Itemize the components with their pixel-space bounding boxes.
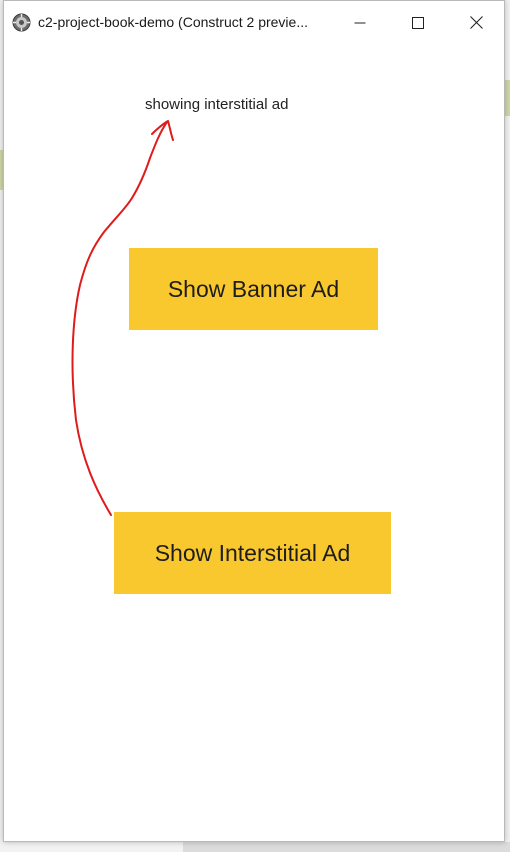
construct-app-icon xyxy=(12,13,31,32)
close-button[interactable] xyxy=(447,1,505,44)
preview-window: c2-project-book-demo (Construct 2 previe… xyxy=(3,0,505,842)
ad-status-text: showing interstitial ad xyxy=(145,96,289,113)
minimize-icon xyxy=(354,22,366,23)
show-banner-ad-button[interactable]: Show Banner Ad xyxy=(129,248,378,330)
window-title: c2-project-book-demo (Construct 2 previe… xyxy=(38,14,308,30)
show-interstitial-ad-button[interactable]: Show Interstitial Ad xyxy=(114,512,391,594)
background-app-strip xyxy=(505,80,510,116)
show-interstitial-ad-label: Show Interstitial Ad xyxy=(154,539,351,566)
background-app-strip xyxy=(183,842,510,852)
maximize-icon xyxy=(412,16,424,29)
minimize-button[interactable] xyxy=(331,1,389,44)
title-bar[interactable]: c2-project-book-demo (Construct 2 previe… xyxy=(4,1,504,44)
show-banner-ad-label: Show Banner Ad xyxy=(167,275,340,302)
close-icon xyxy=(469,16,483,29)
maximize-button[interactable] xyxy=(389,1,447,44)
